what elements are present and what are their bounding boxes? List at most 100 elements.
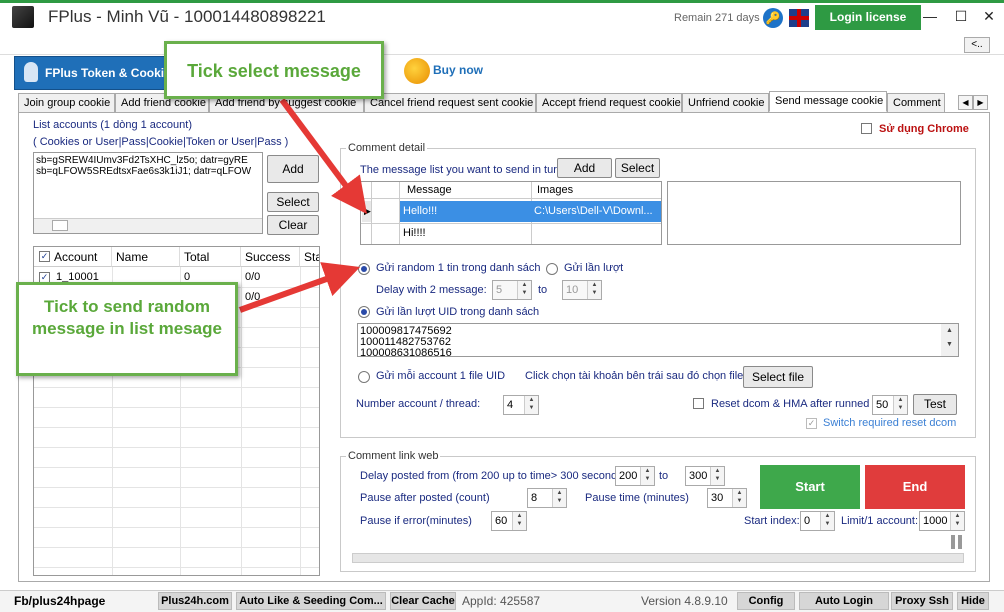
tab-scroll-right-icon[interactable]: ▶ <box>973 95 988 110</box>
uid-line: 100008631086516 <box>360 347 452 357</box>
message-preview-textarea[interactable] <box>667 181 961 245</box>
success-cell: 0/0 <box>245 271 261 283</box>
maximize-button[interactable]: ☐ <box>953 8 969 24</box>
images-column-header[interactable]: Images <box>537 184 573 196</box>
success-cell: 0/0 <box>245 291 261 303</box>
tab-scroll-left-icon[interactable]: ◀ <box>958 95 973 110</box>
uid-list-input[interactable]: 100009817475692 100011482753762 10000863… <box>357 323 959 357</box>
delay-posted-to-value: 300 <box>689 470 708 482</box>
pause-error-stepper[interactable]: 60 ▲ ▼ <box>491 511 527 531</box>
key-icon[interactable]: 🔑 <box>763 8 783 28</box>
test-button[interactable]: Test <box>913 394 957 415</box>
clear-accounts-button[interactable]: Clear <box>267 215 319 235</box>
start-index-stepper[interactable]: 0 ▲ ▼ <box>800 511 835 531</box>
reset-dcom-checkbox[interactable] <box>693 398 704 409</box>
pause-after-value: 8 <box>531 492 538 504</box>
message-cell[interactable]: Hi!!!! <box>403 227 426 239</box>
message-cell[interactable]: Hello!!! <box>403 205 437 217</box>
start-button[interactable]: Start <box>760 465 860 509</box>
clear-cache-button[interactable]: Clear Cache <box>390 592 456 610</box>
language-flag-icon[interactable] <box>789 9 809 27</box>
stepper-arrows-icon[interactable]: ▲ ▼ <box>552 489 566 507</box>
grid-line <box>34 427 319 428</box>
delay-posted-to-stepper[interactable]: 300 ▲ ▼ <box>685 466 725 486</box>
select-accounts-button[interactable]: Select <box>267 192 319 212</box>
config-button[interactable]: Config <box>737 592 795 610</box>
threads-stepper[interactable]: 4 ▲ ▼ <box>503 395 539 415</box>
scroll-thumb[interactable] <box>52 220 68 231</box>
tab-join-group[interactable]: Join group cookie <box>18 93 115 113</box>
comment-detail-title: Comment detail <box>346 142 428 154</box>
pause-after-stepper[interactable]: 8 ▲ ▼ <box>527 488 567 508</box>
tab-send-message[interactable]: Send message cookie <box>769 91 887 112</box>
stepper-arrows-icon[interactable]: ▲ ▼ <box>640 467 654 485</box>
tab-cancel-friend-request[interactable]: Cancel friend request sent cookie <box>364 93 536 113</box>
limit-stepper[interactable]: 1000 ▲ ▼ <box>919 511 965 531</box>
select-file-button[interactable]: Select file <box>743 366 813 388</box>
stepper-arrows-icon[interactable]: ▲ ▼ <box>820 512 834 530</box>
token-cookie-tab[interactable]: FPlus Token & Cookie <box>14 56 184 90</box>
facebook-page-link[interactable]: Fb/plus24hpage <box>14 592 105 610</box>
tab-unfriend[interactable]: Unfriend cookie <box>682 93 769 113</box>
send-sequential-radio[interactable] <box>546 263 558 275</box>
back-button[interactable]: <.. <box>964 37 990 53</box>
stepper-arrows-icon[interactable]: ▲ ▼ <box>950 512 964 530</box>
minimize-button[interactable]: — <box>922 8 938 24</box>
proxy-ssh-button[interactable]: Proxy Ssh <box>891 592 953 610</box>
delay-from-stepper[interactable]: 5 ▲ ▼ <box>492 280 532 300</box>
pause-time-label: Pause time (minutes) <box>585 492 689 504</box>
pause-time-value: 30 <box>711 492 724 504</box>
delay-posted-label: Delay posted from (from 200 up to time> … <box>360 470 627 482</box>
start-index-label: Start index: <box>744 515 800 527</box>
stepper-arrows-icon[interactable]: ▲ ▼ <box>512 512 526 530</box>
add-accounts-button[interactable]: Add <box>267 155 319 183</box>
delay-posted-from-stepper[interactable]: 200 ▲ ▼ <box>615 466 655 486</box>
delay-to-stepper[interactable]: 10 ▲ ▼ <box>562 280 602 300</box>
switch-dcom-checkbox[interactable]: ✓ <box>806 418 817 429</box>
end-button[interactable]: End <box>865 465 965 509</box>
accounts-hscrollbar[interactable] <box>34 218 262 233</box>
select-all-checkbox[interactable]: ✓ <box>39 251 50 262</box>
column-header-name[interactable]: Name <box>112 247 180 267</box>
hide-button[interactable]: Hide <box>957 592 989 610</box>
column-header-success[interactable]: Success <box>241 247 300 267</box>
select-message-button[interactable]: Select <box>615 158 660 178</box>
reset-value-stepper[interactable]: 50 ▲ ▼ <box>872 395 908 415</box>
stepper-arrows-icon[interactable]: ▲ ▼ <box>893 396 907 414</box>
delay-to-value: 10 <box>566 284 579 296</box>
auto-login-button[interactable]: Auto Login <box>799 592 889 610</box>
grid-line <box>361 223 661 224</box>
use-chrome-checkbox[interactable] <box>861 123 872 134</box>
send-uid-file-radio[interactable] <box>358 371 370 383</box>
stepper-arrows-icon[interactable]: ▲ ▼ <box>524 396 538 414</box>
grid-header <box>361 182 661 199</box>
send-uid-list-radio[interactable] <box>358 306 370 318</box>
tab-accept-friend-request[interactable]: Accept friend request cookie <box>536 93 682 113</box>
column-header-status[interactable]: Sta <box>300 247 319 267</box>
tab-comment-link[interactable]: Comment li <box>887 93 945 113</box>
app-icon <box>12 6 34 28</box>
stepper-arrows-icon[interactable]: ▲ ▼ <box>732 489 746 507</box>
refresh-coins-icon[interactable] <box>404 58 430 84</box>
pause-after-label: Pause after posted (count) <box>360 492 490 504</box>
pause-icon[interactable] <box>951 535 963 549</box>
uid-scrollbar[interactable]: ▲ ▼ <box>941 324 958 356</box>
stepper-arrows-icon[interactable]: ▲ ▼ <box>710 467 724 485</box>
close-button[interactable]: ✕ <box>981 8 997 24</box>
stepper-arrows-icon[interactable]: ▲ ▼ <box>517 281 531 299</box>
add-message-button[interactable]: Add <box>557 158 612 178</box>
message-column-header[interactable]: Message <box>407 184 452 196</box>
pause-time-stepper[interactable]: 30 ▲ ▼ <box>707 488 747 508</box>
auto-like-button[interactable]: Auto Like & Seeding Com... <box>236 592 386 610</box>
choose-file-hint: Click chọn tài khoản bên trái sau đó chọ… <box>525 370 744 382</box>
images-cell[interactable]: C:\Users\Dell-V\Downl... <box>534 205 653 217</box>
send-random-radio[interactable] <box>358 263 370 275</box>
limit-label: Limit/1 account: <box>841 515 919 527</box>
limit-value: 1000 <box>923 515 948 527</box>
stepper-arrows-icon[interactable]: ▲ ▼ <box>587 281 601 299</box>
plus24h-button[interactable]: Plus24h.com <box>158 592 232 610</box>
column-header-total[interactable]: Total <box>180 247 241 267</box>
login-license-button[interactable]: Login license <box>815 5 921 30</box>
version: Version 4.8.9.10 <box>641 594 728 608</box>
buy-now-link[interactable]: Buy now <box>433 63 483 77</box>
